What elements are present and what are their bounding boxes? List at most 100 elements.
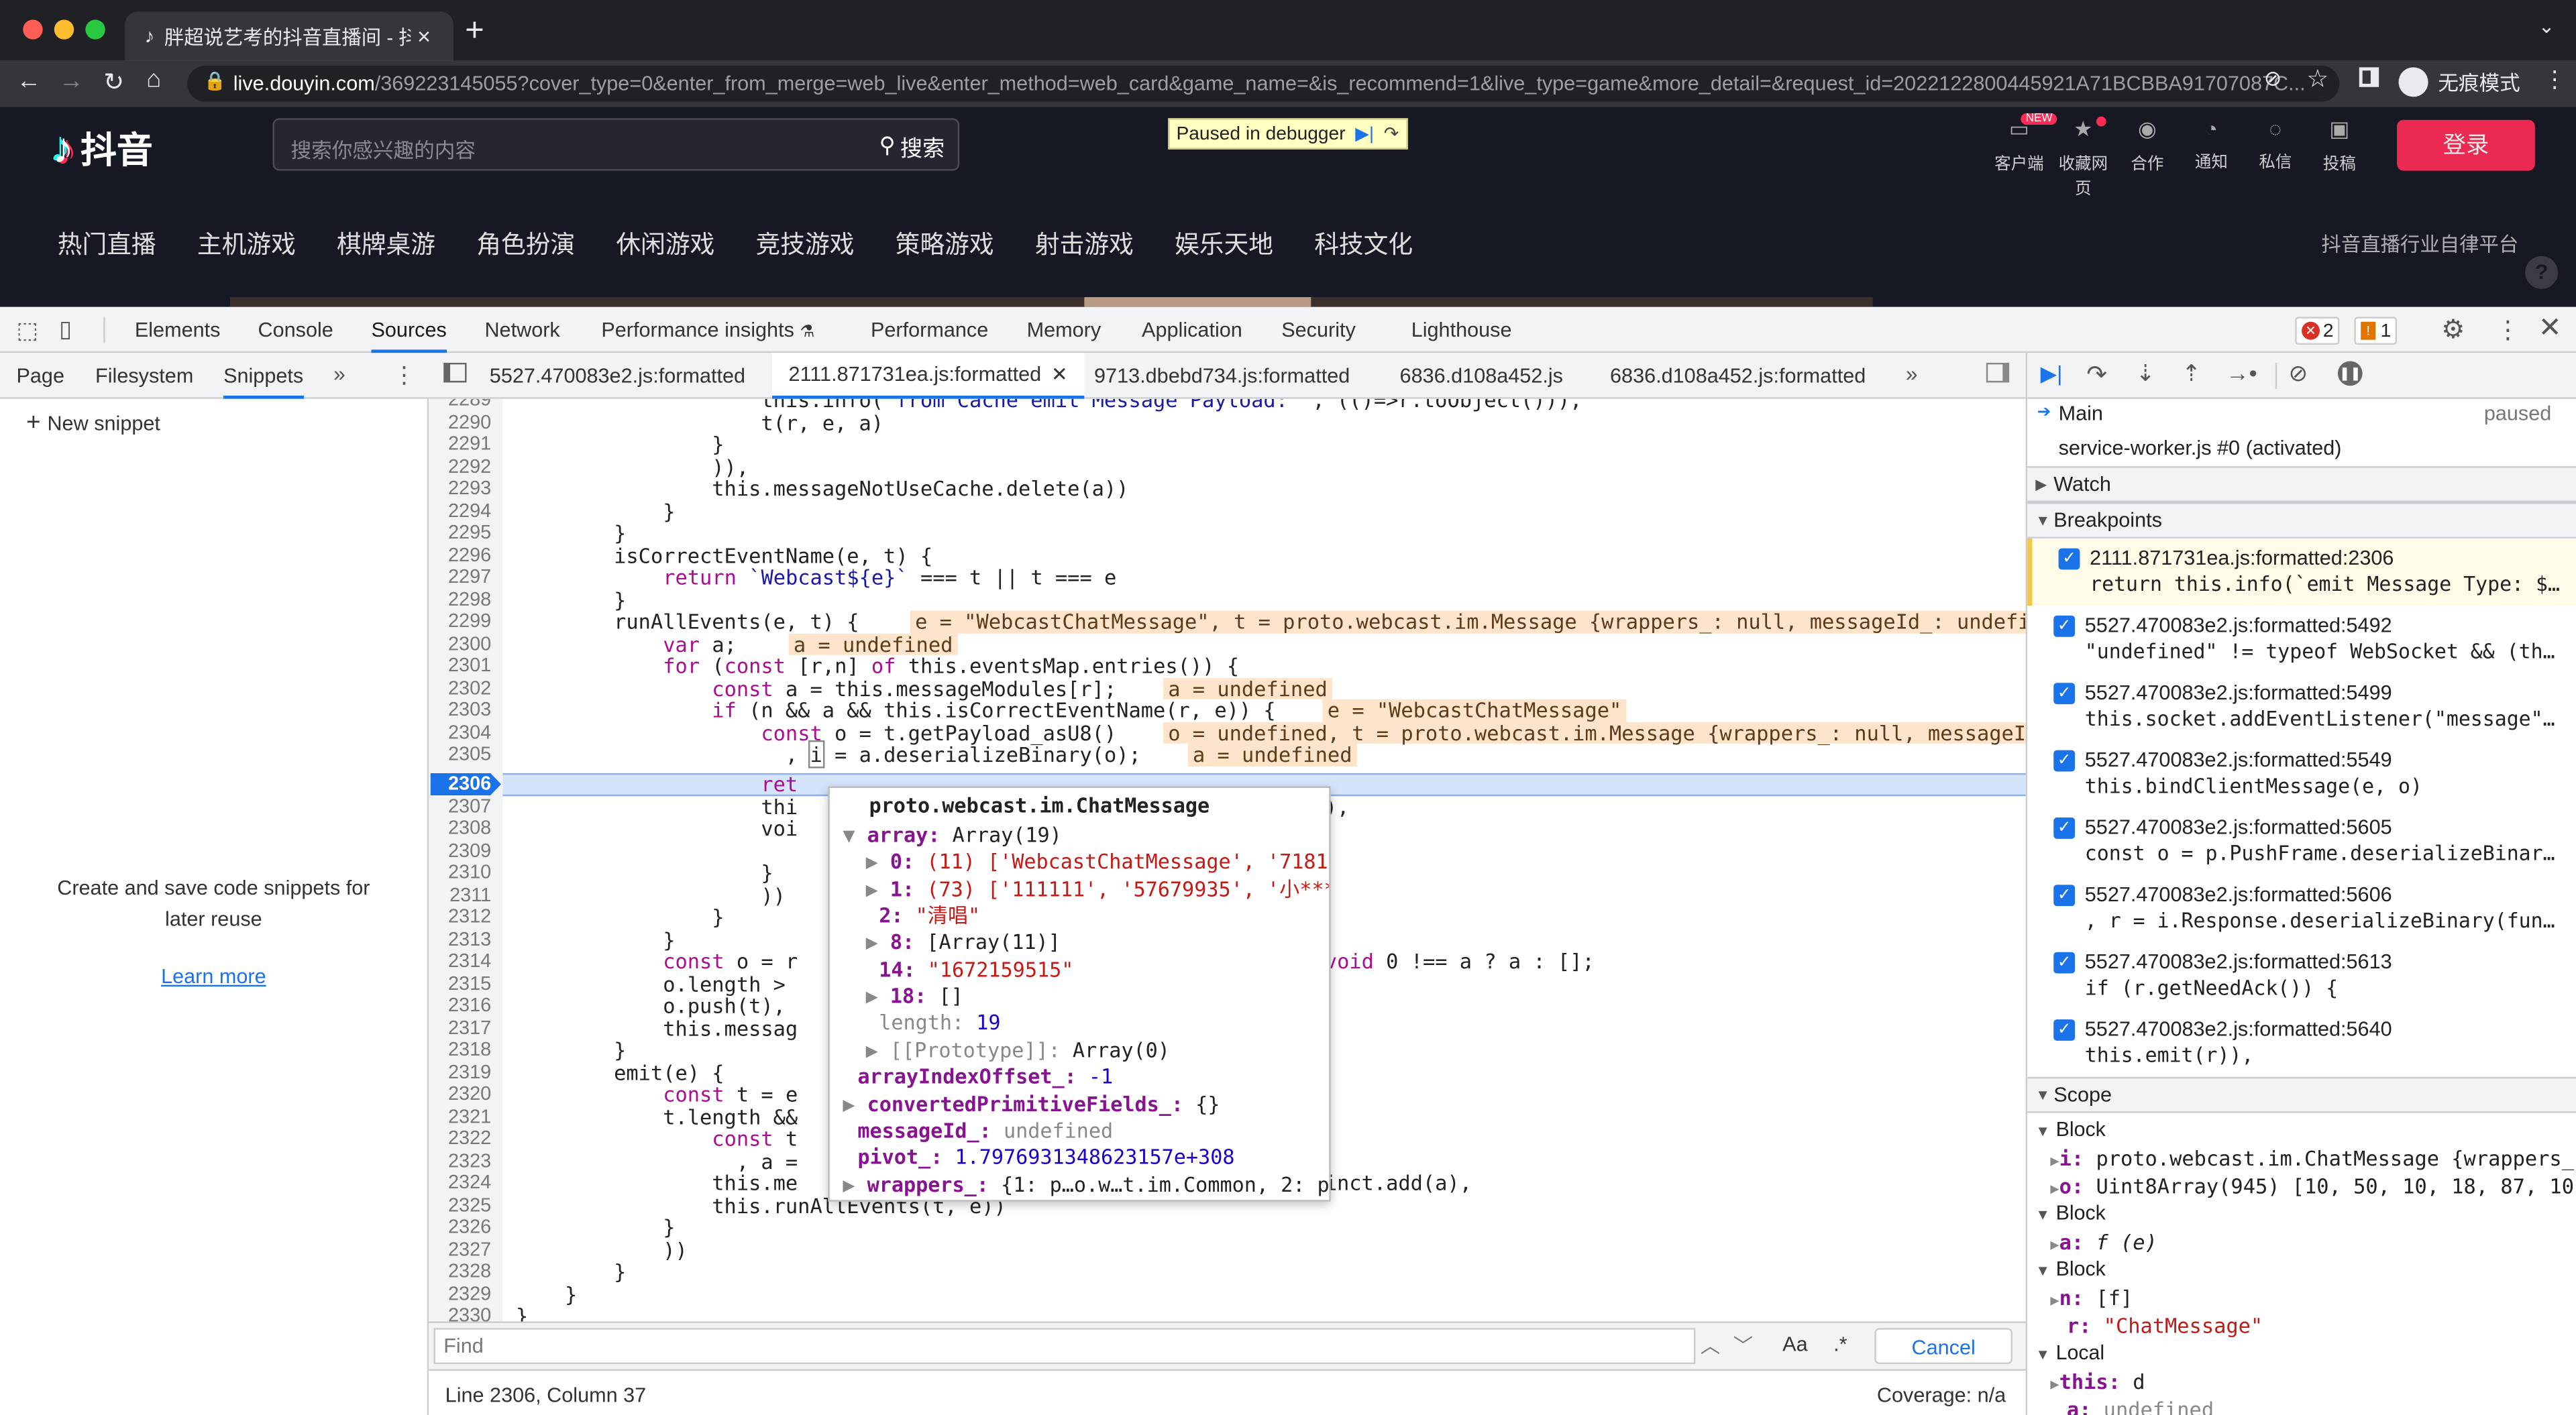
more-options-icon[interactable]: ⋮: [2496, 315, 2520, 345]
step-into-icon[interactable]: ⇣: [2136, 359, 2155, 388]
step-over-icon[interactable]: ↷: [1384, 123, 1399, 144]
breakpoint-checkbox[interactable]: ✓: [2058, 548, 2080, 570]
tab-search-icon[interactable]: ⌄: [2538, 15, 2555, 38]
incognito-profile[interactable]: 无痕模式: [2398, 66, 2520, 97]
thread-main[interactable]: ➔ Main paused: [2027, 399, 2576, 432]
toggle-debugger-icon[interactable]: [1986, 362, 2010, 383]
pause-on-exceptions-icon[interactable]: ❚❚: [2337, 361, 2363, 386]
popover-row[interactable]: ▼ array: Array(19): [843, 822, 1061, 849]
navigator-menu-icon[interactable]: ⋮: [392, 361, 415, 390]
bookmark-star-icon[interactable]: ☆: [2306, 64, 2328, 94]
breakpoint-item[interactable]: ✓ 5527.470083e2.js:formatted:5613 if (r.ge…: [2027, 942, 2576, 1009]
find-previous-icon[interactable]: ︿: [1701, 1331, 1720, 1359]
devtools-tab-lighthouse[interactable]: Lighthouse: [1411, 307, 1512, 353]
find-next-icon[interactable]: ﹀: [1733, 1331, 1753, 1359]
breakpoint-checkbox[interactable]: ✓: [2053, 952, 2076, 974]
nav-item[interactable]: 热门直播: [58, 227, 156, 261]
favorite-page-item[interactable]: ★ 收藏网页: [2052, 116, 2114, 199]
scope-block-header[interactable]: ▼ Block: [2035, 1200, 2106, 1228]
regex-toggle[interactable]: .*: [1833, 1333, 1847, 1356]
new-snippet-button[interactable]: + New snippet: [26, 409, 160, 437]
more-files-chevron-icon[interactable]: »: [1906, 361, 1918, 386]
close-window-button[interactable]: [23, 19, 43, 40]
popover-row[interactable]: ▶ 0: (11) ['WebcastChatMessage', '71818: [866, 849, 1330, 876]
step-out-icon[interactable]: ⇡: [2182, 359, 2201, 388]
error-counter[interactable]: ✕ 2: [2295, 317, 2341, 345]
breakpoint-checkbox[interactable]: ✓: [2053, 683, 2076, 705]
nav-item[interactable]: 角色扮演: [476, 227, 575, 261]
eye-off-icon[interactable]: ⊘: [2264, 66, 2282, 92]
breakpoint-checkbox[interactable]: ✓: [2053, 1019, 2076, 1041]
breakpoint-item[interactable]: ✓ 5527.470083e2.js:formatted:5605 const o …: [2027, 807, 2576, 874]
devtools-tab-performance-insights[interactable]: Performance insights ⚗: [601, 307, 814, 353]
devtools-tab-sources[interactable]: Sources: [371, 307, 447, 353]
nav-tab-filesystem[interactable]: Filesystem: [95, 353, 193, 399]
step-over-next-icon[interactable]: ↷: [2086, 359, 2107, 390]
nav-item[interactable]: 休闲游戏: [616, 227, 714, 261]
devtools-tab-elements[interactable]: Elements: [135, 307, 221, 353]
platform-link[interactable]: 抖音直播行业自律平台: [2321, 230, 2518, 258]
popover-row[interactable]: ▶ wrappers_: {1: p…o.w…t.im.Common, 2: p: [843, 1172, 1329, 1199]
breakpoint-checkbox[interactable]: ✓: [2053, 817, 2076, 839]
devtools-tab-network[interactable]: Network: [484, 307, 559, 353]
scope-section-header[interactable]: ▼ Scope: [2027, 1076, 2576, 1113]
reload-icon[interactable]: ↻: [103, 67, 124, 97]
file-tab[interactable]: 5527.470083e2.js:formatted: [490, 353, 745, 399]
warning-counter[interactable]: ! 1: [2354, 317, 2398, 345]
nav-item[interactable]: 娱乐天地: [1175, 227, 1273, 261]
nav-item[interactable]: 射击游戏: [1035, 227, 1134, 261]
address-bar[interactable]: 🔒 live.douyin.com/369223145055?cover_typ…: [187, 65, 2340, 102]
match-case-toggle[interactable]: Aa: [1782, 1333, 1807, 1356]
breakpoint-item[interactable]: ✓ 5527.470083e2.js:formatted:5640 this.emi…: [2027, 1009, 2576, 1076]
site-search-box[interactable]: 搜索你感兴趣的内容 ⚲ 搜索: [272, 118, 960, 171]
scope-var[interactable]: ▶n: [f]: [2050, 1284, 2133, 1312]
close-file-tab-icon[interactable]: ✕: [1051, 351, 1068, 398]
scope-var[interactable]: ▶i: proto.webcast.im.ChatMessage {wrappe…: [2050, 1144, 2574, 1172]
back-icon[interactable]: ←: [16, 67, 41, 95]
breakpoint-item[interactable]: ✓ 5527.470083e2.js:formatted:5499 this.soc…: [2027, 673, 2576, 740]
breakpoint-item[interactable]: ✓ 5527.470083e2.js:formatted:5606, r = i.…: [2027, 875, 2576, 942]
close-devtools-icon[interactable]: ✕: [2538, 312, 2562, 345]
file-tab[interactable]: 6836.d108a452.js:formatted: [1610, 353, 1866, 399]
chrome-menu-icon[interactable]: ⋮: [2543, 66, 2566, 94]
home-icon[interactable]: ⌂: [146, 66, 161, 94]
breakpoint-checkbox[interactable]: ✓: [2053, 615, 2076, 637]
popover-row[interactable]: ▶ 8: [Array(11)]: [866, 929, 1061, 956]
scope-var[interactable]: ▶this: d: [2050, 1367, 2145, 1396]
breakpoint-item-active[interactable]: ✓ 2111.871731ea.js:formatted:2306 return t…: [2027, 538, 2576, 606]
nav-item[interactable]: 科技文化: [1314, 227, 1413, 261]
file-tab[interactable]: 9713.dbebd734.js:formatted: [1094, 353, 1350, 399]
popover-row[interactable]: ▶ convertedPrimitiveFields_: {}: [843, 1092, 1220, 1119]
inspect-element-icon[interactable]: ⬚: [16, 317, 38, 345]
login-button[interactable]: 登录: [2397, 119, 2535, 171]
minimize-window-button[interactable]: [54, 19, 74, 40]
scope-block-header[interactable]: ▼ Block: [2035, 1256, 2106, 1284]
popover-row[interactable]: ▶ 18: []: [866, 983, 963, 1010]
breakpoints-section-header[interactable]: ▼ Breakpoints: [2027, 502, 2576, 539]
new-tab-button[interactable]: +: [465, 13, 484, 51]
side-panel-icon[interactable]: [2359, 67, 2379, 87]
devtools-tab-memory[interactable]: Memory: [1027, 307, 1102, 353]
find-cancel-button[interactable]: Cancel: [1874, 1328, 2013, 1365]
step-icon[interactable]: →•: [2226, 359, 2257, 386]
maximize-window-button[interactable]: [85, 19, 105, 40]
help-icon[interactable]: ?: [2525, 256, 2559, 289]
object-preview-popover[interactable]: proto.webcast.im.ChatMessage ▼ array: Ar…: [828, 786, 1331, 1202]
devtools-tab-performance[interactable]: Performance: [871, 307, 988, 353]
watch-section-header[interactable]: ▶ Watch: [2027, 466, 2576, 503]
devtools-tab-application[interactable]: Application: [1142, 307, 1242, 353]
breakpoint-item[interactable]: ✓ 5527.470083e2.js:formatted:5492 "undefin…: [2027, 606, 2576, 673]
scope-block-header[interactable]: ▼ Block: [2035, 1117, 2106, 1145]
search-button[interactable]: ⚲ 搜索: [879, 129, 945, 162]
deactivate-breakpoints-icon[interactable]: ⊘: [2288, 359, 2308, 388]
file-tab[interactable]: 6836.d108a452.js: [1400, 353, 1563, 399]
nav-tab-snippets[interactable]: Snippets: [223, 353, 304, 399]
scope-local-header[interactable]: ▼ Local: [2035, 1339, 2104, 1367]
forward-icon[interactable]: →: [59, 67, 84, 95]
devtools-tab-security[interactable]: Security: [1281, 307, 1356, 353]
devtools-tab-console[interactable]: Console: [258, 307, 333, 353]
find-input[interactable]: Find: [433, 1328, 1696, 1365]
nav-tab-page[interactable]: Page: [16, 353, 64, 399]
scope-var[interactable]: ▶o: Uint8Array(945) [10, 50, 10, 18, 87,…: [2050, 1172, 2574, 1200]
nav-item[interactable]: 策略游戏: [896, 227, 994, 261]
